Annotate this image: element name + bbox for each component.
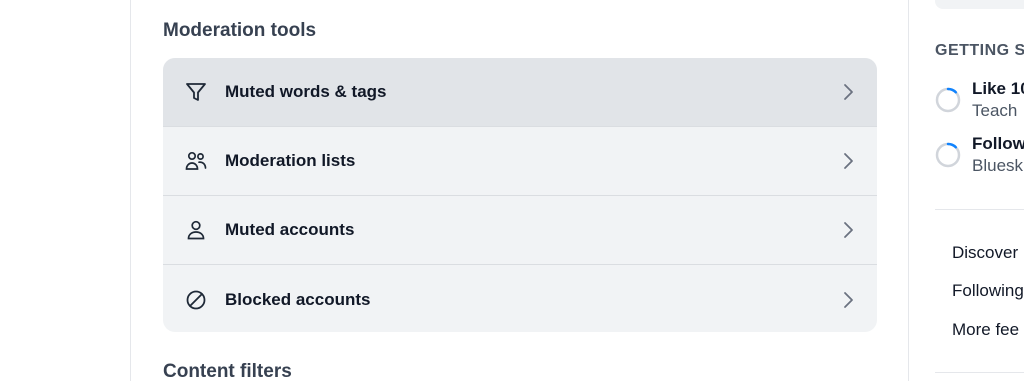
chevron-right-icon (844, 222, 853, 238)
right-column-divider (908, 0, 909, 381)
sidebar-divider (935, 209, 1024, 210)
sidebar-divider (935, 372, 1024, 373)
feed-link-following[interactable]: Following (952, 281, 1024, 301)
getting-started-item-follow[interactable]: Follow Bluesk (935, 134, 1024, 175)
users-icon (185, 151, 207, 170)
moderation-tools-card: Muted words & tags Moderation lists Mute… (163, 58, 877, 332)
moderation-lists-row[interactable]: Moderation lists (163, 127, 877, 196)
block-icon (186, 290, 206, 309)
feed-link-discover[interactable]: Discover (952, 243, 1018, 263)
getting-started-item-title: Follow (972, 134, 1024, 153)
content-filters-heading: Content filters (163, 361, 292, 382)
getting-started-item-subtitle: Bluesk (972, 156, 1024, 175)
person-icon (187, 220, 205, 240)
left-column-divider (130, 0, 131, 381)
moderation-tools-heading: Moderation tools (163, 20, 317, 41)
blocked-accounts-row[interactable]: Blocked accounts (163, 265, 877, 332)
blocked-accounts-label: Blocked accounts (225, 289, 371, 309)
chevron-right-icon (844, 84, 853, 100)
getting-started-heading: GETTING S (935, 42, 1024, 59)
filter-icon (186, 83, 206, 101)
search-bar-edge[interactable] (935, 0, 1024, 9)
muted-accounts-row[interactable]: Muted accounts (163, 196, 877, 265)
chevron-right-icon (844, 153, 853, 169)
progress-ring-icon (935, 87, 961, 113)
muted-words-label: Muted words & tags (225, 82, 387, 101)
getting-started-item-subtitle: Teach (972, 101, 1018, 120)
feed-link-more[interactable]: More fee (952, 320, 1019, 340)
getting-started-item-like[interactable]: Like 10 Teach (935, 79, 1024, 120)
progress-ring-icon (935, 142, 961, 168)
chevron-right-icon (844, 291, 853, 308)
muted-words-row[interactable]: Muted words & tags (163, 58, 877, 127)
getting-started-item-title: Like 10 (972, 79, 1024, 98)
muted-accounts-label: Muted accounts (225, 220, 355, 239)
moderation-lists-label: Moderation lists (225, 151, 356, 170)
